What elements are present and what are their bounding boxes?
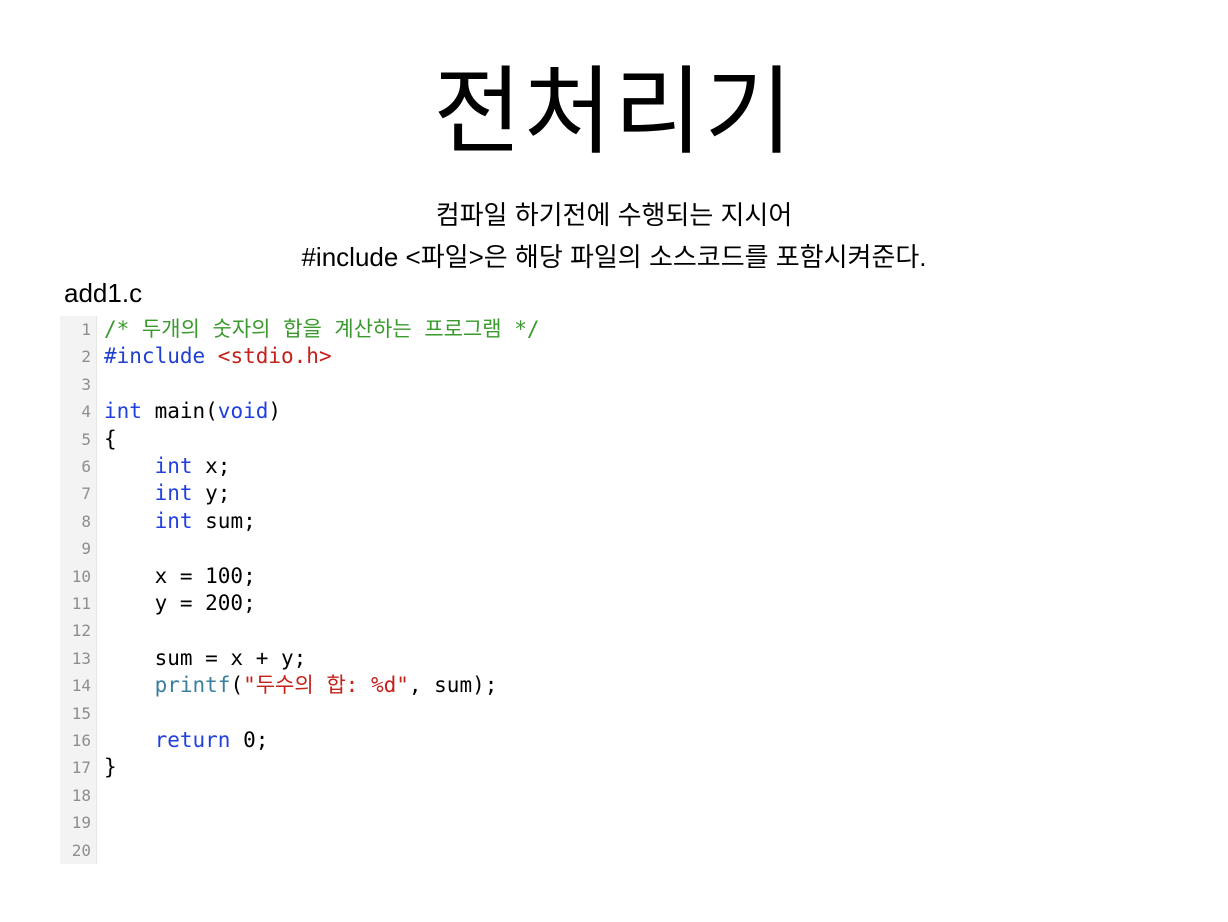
line-number: 2 (81, 347, 91, 367)
code-token-keyword: int (104, 399, 142, 424)
code-token-plain: ( (230, 673, 244, 698)
line-number: 12 (71, 621, 91, 641)
code-token-plain: 0; (230, 728, 269, 752)
code-token-plain: } (104, 755, 117, 780)
code-token-plain: ) (268, 399, 282, 424)
code-token-func: printf (154, 673, 231, 698)
code-token-keyword: void (217, 399, 269, 424)
code-text: int x; (104, 453, 231, 480)
code-text: /* 두개의 숫자의 합을 계산하는 프로그램 */ (104, 316, 540, 343)
code-token-plain: , sum); (408, 673, 498, 698)
code-token-keyword: int (154, 454, 193, 478)
code-token-plain: y = 200; (104, 591, 256, 615)
code-token-string: "두수의 합: %d" (243, 673, 409, 698)
code-text: int main(void) (104, 398, 281, 425)
code-text: printf("두수의 합: %d", sum); (104, 672, 498, 699)
subtitle-line-1: 컴파일 하기전에 수행되는 지시어 (435, 200, 793, 230)
code-text: x = 100; (104, 563, 256, 590)
code-token-string: <stdio.h> (217, 344, 332, 369)
line-number: 1 (81, 320, 91, 339)
code-token-keyword: int (154, 508, 193, 533)
code-token-plain: x = 100; (104, 563, 256, 588)
line-number: 5 (81, 429, 91, 449)
line-number: 10 (71, 566, 91, 586)
code-token-plain: x; (192, 454, 231, 478)
line-number: 6 (81, 457, 91, 476)
code-token-plain: sum; (192, 508, 256, 533)
code-text: { (104, 426, 117, 453)
code-text: y = 200; (104, 590, 256, 617)
code-token-preproc: #include (104, 344, 218, 369)
code-token-plain: main( (141, 399, 218, 424)
line-number: 9 (81, 539, 91, 559)
line-number: 7 (81, 484, 91, 504)
code-text: #include <stdio.h> (104, 343, 332, 370)
line-number: 20 (71, 840, 91, 860)
code-text: sum = x + y; (104, 645, 307, 672)
line-number: 4 (81, 402, 91, 422)
line-number: 11 (71, 594, 91, 613)
line-number: 8 (81, 511, 91, 531)
line-number: 16 (71, 731, 91, 750)
subtitle-line-2: #include <파일>은 해당 파일의 소스코드를 포함시켜준다. (301, 242, 927, 272)
code-text: int y; (104, 480, 231, 507)
code-editor: 1 /* 두개의 숫자의 합을 계산하는 프로그램 */ 2 #include <st… (60, 316, 680, 864)
line-number: 17 (71, 758, 91, 778)
slide-title: 전처리기 (433, 56, 795, 168)
code-token-plain: { (104, 426, 117, 451)
line-number: 13 (71, 648, 91, 668)
code-token-keyword: int (154, 481, 193, 506)
line-number: 14 (71, 676, 91, 696)
line-number: 3 (81, 374, 91, 394)
code-text: int sum; (104, 508, 256, 535)
code-token-plain: y; (192, 481, 231, 506)
line-number: 15 (71, 703, 91, 723)
file-name-label: add1.c (64, 278, 143, 308)
code-token-keyword: return (154, 728, 231, 752)
line-number: 18 (71, 785, 91, 805)
code-token-comment: /* 두개의 숫자의 합을 계산하는 프로그램 */ (104, 317, 540, 341)
line-number: 19 (71, 813, 91, 833)
code-token-plain: sum = x + y; (104, 645, 307, 670)
code-text: } (104, 754, 117, 781)
code-text: return 0; (104, 727, 269, 754)
